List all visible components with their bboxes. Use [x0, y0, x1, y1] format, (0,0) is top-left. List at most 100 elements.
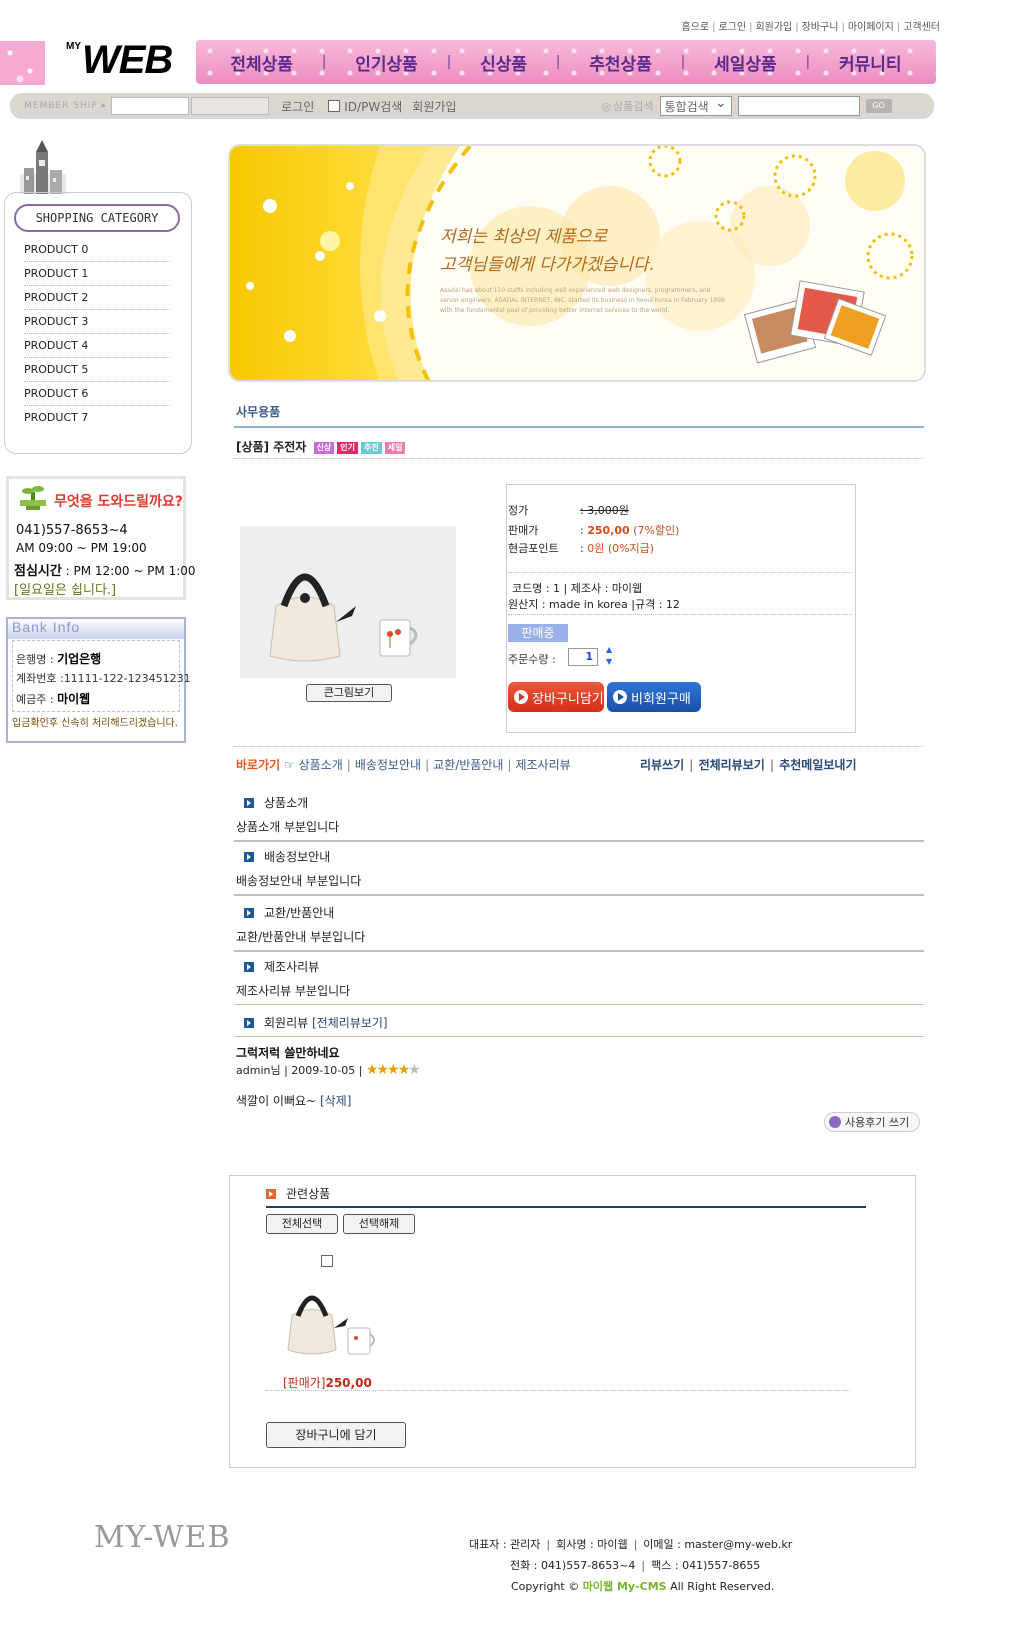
review-meta: admin님 | 2009-10-05 | ★★★★★	[236, 1062, 421, 1078]
recommend-mail-link[interactable]: 추천메일보내기	[779, 758, 856, 772]
arrow-icon	[244, 851, 254, 862]
play-icon	[514, 690, 528, 704]
login-button[interactable]: 로그인	[281, 98, 314, 115]
review-title: 그럭저럭 쓸만하네요	[236, 1046, 340, 1060]
write-review-button[interactable]: 사용후기 쓰기	[824, 1112, 920, 1132]
top-link-login[interactable]: 로그인	[718, 22, 746, 33]
search-go-button[interactable]: GO	[865, 99, 892, 113]
quantity-down-icon[interactable]: ▼	[606, 657, 612, 666]
delete-review-link[interactable]: [삭제]	[320, 1094, 351, 1108]
all-reviews-bracket-link[interactable]: [전체리뷰보기]	[312, 1014, 388, 1031]
jump-maker-review[interactable]: 제조사리뷰	[515, 758, 570, 772]
point-value: 0원 (0%지급)	[587, 542, 655, 555]
select-all-button[interactable]: 전체선택	[266, 1214, 338, 1234]
nav-all-products[interactable]: 전체상품	[230, 50, 293, 75]
nav-recommended[interactable]: 추천상품	[589, 50, 652, 75]
related-product-image[interactable]	[282, 1280, 392, 1360]
banner-headline-1: 저희는 최상의 제품으로	[440, 227, 608, 247]
section-divider	[234, 1036, 924, 1037]
search-type-select[interactable]: 통합검색	[659, 95, 732, 116]
category-item-2[interactable]: PRODUCT 2	[24, 286, 170, 310]
add-related-to-cart-button[interactable]: 장바구니에 담기	[266, 1422, 406, 1448]
help-hours: AM 09:00 ~ PM 19:00	[16, 541, 147, 555]
logo-my: MY	[66, 41, 81, 52]
category-item-4[interactable]: PRODUCT 4	[24, 334, 170, 358]
castle-icon	[20, 140, 66, 194]
guest-purchase-button[interactable]: 비회원구매	[607, 682, 701, 712]
category-item-5[interactable]: PRODUCT 5	[24, 358, 170, 382]
section-divider	[234, 1004, 924, 1005]
nav-community[interactable]: 커뮤니티	[839, 50, 902, 75]
bank-name-row: 은행명 : 기업은행	[16, 652, 102, 666]
help-lunch: 점심시간 : PM 12:00 ~ PM 1:00	[14, 560, 196, 579]
main-nav: 전체상품 | 인기상품 | 신상품 | 추천상품 | 세일상품 | 커뮤니티	[196, 40, 936, 84]
idpw-search-link[interactable]: ID/PW검색	[344, 98, 402, 115]
star-icon: ★	[397, 1062, 410, 1078]
top-links: 홈으로 | 로그인 | 회원가입 | 장바구니 | 마이페이지 | 고객센터	[681, 22, 940, 33]
arrow-icon	[244, 1017, 254, 1028]
category-item-6[interactable]: PRODUCT 6	[24, 382, 170, 406]
quantity-up-icon[interactable]: ▲	[606, 645, 612, 654]
related-price: [판매가]250,00	[283, 1376, 372, 1390]
category-item-3[interactable]: PRODUCT 3	[24, 310, 170, 334]
section-body-return: 교환/반품안내 부분입니다	[236, 930, 366, 944]
join-link[interactable]: 회원가입	[412, 98, 456, 115]
status-badge: 판매중	[508, 624, 568, 642]
deselect-button[interactable]: 선택해제	[343, 1214, 415, 1234]
help-title: 무엇을 도와드릴까요?	[54, 494, 183, 510]
tag-sale: 세일	[384, 441, 406, 454]
section-divider	[234, 894, 924, 896]
section-head-shipping: 배송정보안내	[244, 848, 330, 865]
category-item-0[interactable]: PRODUCT 0	[24, 238, 170, 262]
category-item-7[interactable]: PRODUCT 7	[24, 406, 170, 430]
write-review-link[interactable]: 리뷰쓰기	[640, 758, 684, 772]
top-link-support[interactable]: 고객센터	[903, 22, 940, 33]
member-label: MEMBER SHIP ▸	[24, 101, 108, 111]
jump-shipping[interactable]: 배송정보안내	[355, 758, 421, 772]
quantity-input[interactable]: 1	[568, 648, 598, 666]
arrow-icon	[244, 961, 254, 972]
related-rule	[266, 1206, 866, 1208]
idpw-checkbox[interactable]	[328, 100, 341, 112]
star-icon: ★	[365, 1062, 378, 1078]
divider	[234, 746, 924, 747]
help-lunch-label: 점심시간	[14, 564, 62, 579]
review-actions: 리뷰쓰기 | 전체리뷰보기 | 추천메일보내기	[640, 758, 857, 772]
bank-account-row: 계좌번호 :11111-122-123451231	[16, 672, 191, 685]
related-item-checkbox[interactable]	[321, 1255, 333, 1267]
section-title: 사무용품	[236, 405, 281, 419]
logo-web: WEB	[82, 38, 173, 82]
tag-recommended: 추천	[361, 441, 382, 454]
add-to-cart-button[interactable]: 장바구니담기	[508, 682, 604, 712]
all-reviews-link[interactable]: 전체리뷰보기	[699, 758, 765, 772]
banner-small-text: Asadal has about 150 staffs including we…	[440, 287, 725, 314]
section-head-intro: 상품소개	[244, 794, 308, 811]
logo-decoration	[0, 41, 45, 85]
big-image-button[interactable]: 큰그림보기	[306, 684, 392, 702]
login-pw-input[interactable]	[191, 97, 270, 115]
search-input[interactable]	[737, 96, 860, 116]
footer-contact-info: 전화 : 041)557-8653~4 | 팩스 : 041)557-8655	[510, 1559, 761, 1572]
arrow-icon	[266, 1188, 276, 1199]
login-id-input[interactable]	[111, 97, 190, 115]
top-link-mypage[interactable]: 마이페이지	[848, 22, 894, 33]
divider	[508, 614, 852, 615]
section-head-member-review: 회원리뷰 [전체리뷰보기]	[244, 1014, 388, 1031]
top-link-home[interactable]: 홈으로	[681, 22, 709, 33]
arrow-icon	[244, 797, 254, 808]
nav-popular[interactable]: 인기상품	[355, 50, 418, 75]
tag-new: 신상	[313, 441, 335, 454]
product-image[interactable]	[240, 526, 456, 678]
jump-return[interactable]: 교환/반품안내	[433, 758, 503, 772]
category-item-1[interactable]: PRODUCT 1	[24, 262, 170, 286]
star-icon: ★	[387, 1062, 399, 1078]
section-body-maker: 제조사리뷰 부분입니다	[236, 984, 351, 998]
nav-sale[interactable]: 세일상품	[714, 50, 777, 75]
point-row: 현금포인트: 0원 (0%지급)	[508, 542, 655, 555]
jump-product-intro[interactable]: 상품소개	[299, 758, 343, 772]
top-link-cart[interactable]: 장바구니	[802, 22, 839, 33]
top-link-join[interactable]: 회원가입	[755, 22, 792, 33]
related-title: 관련상품	[266, 1185, 330, 1202]
site-logo[interactable]: MY WEB	[60, 38, 180, 84]
nav-new[interactable]: 신상품	[480, 50, 527, 75]
